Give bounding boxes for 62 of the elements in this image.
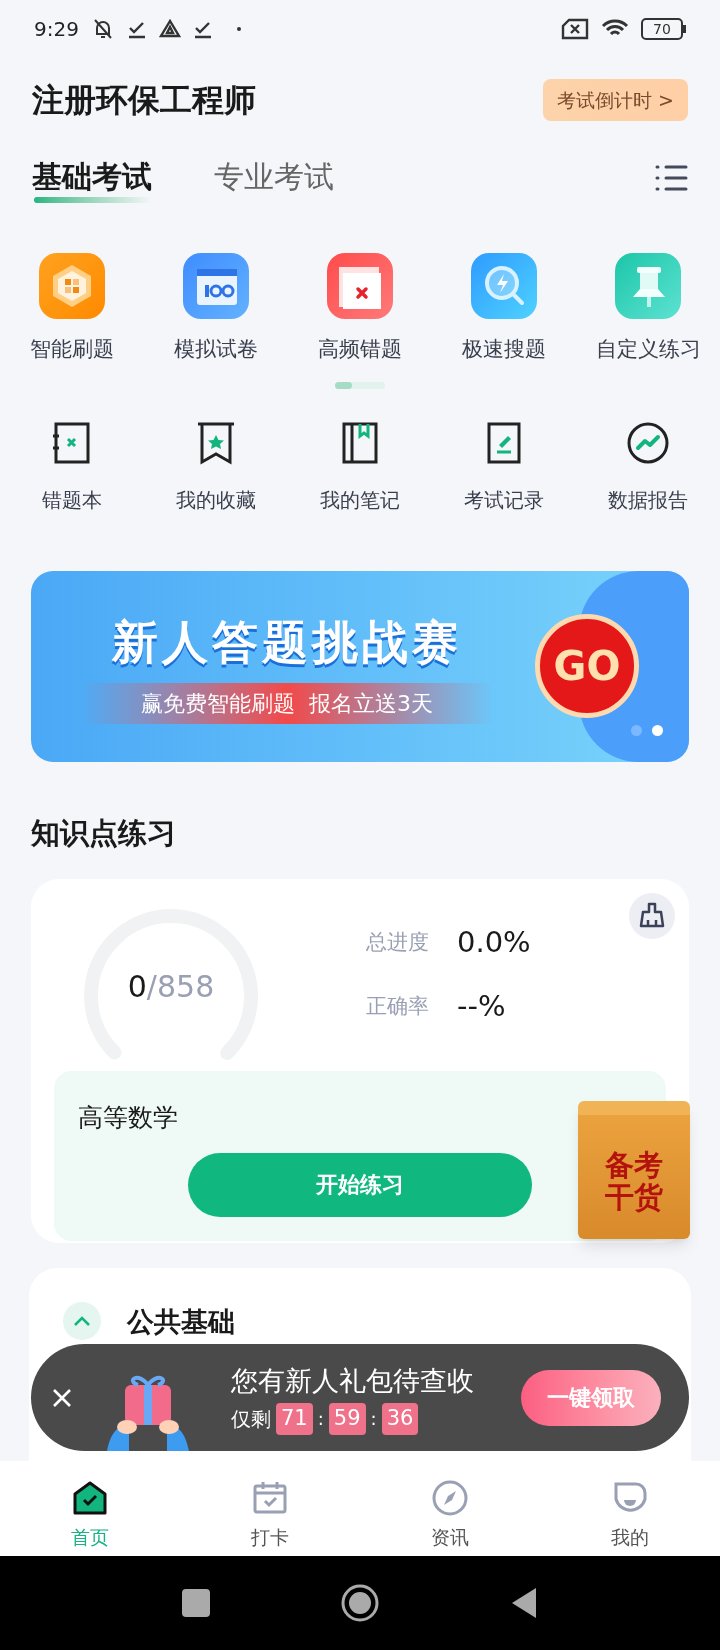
countdown-button[interactable]: 考试倒计时 > <box>543 79 688 121</box>
badge-text: 备考 <box>604 1149 664 1181</box>
countdown-digits: 36 <box>381 1403 419 1435</box>
collapse-toggle[interactable] <box>63 1302 101 1340</box>
menu-icon[interactable] <box>654 164 688 192</box>
broom-icon[interactable] <box>629 893 675 939</box>
nav-tab[interactable]: 资讯 <box>431 1523 469 1552</box>
promo-banner[interactable]: 新人答题挑战赛 赢免费智能刷题 报名立送3天 GO <box>31 570 689 762</box>
download-done-icon <box>126 19 147 39</box>
home-icon[interactable] <box>340 1583 380 1623</box>
battery-icon: 70 <box>641 18 686 40</box>
banner-subtitle: 报名立送3天 <box>309 690 433 718</box>
stat-value: --% <box>457 987 507 1025</box>
book-cross-icon[interactable] <box>327 253 393 319</box>
chapter-title: 公共基础 <box>127 1305 235 1339</box>
banner-title: 新人答题挑战赛 <box>112 614 462 671</box>
exam-tab[interactable]: 基础考试 <box>32 153 152 203</box>
section-title: 知识点练习 <box>31 814 177 852</box>
countdown-digits: 71 <box>276 1403 313 1435</box>
countdown-separator: : <box>317 1407 324 1432</box>
feature-label[interactable]: 智能刷题 <box>30 334 114 366</box>
compass-icon[interactable] <box>431 1479 469 1517</box>
badge-text: 干货 <box>604 1181 664 1213</box>
nav-tab[interactable]: 我的 <box>611 1523 649 1552</box>
total-count: /858 <box>146 967 215 1006</box>
tool-label[interactable]: 错题本 <box>42 484 102 515</box>
close-icon[interactable] <box>51 1386 73 1409</box>
countdown-separator: : <box>370 1407 377 1432</box>
calendar-check-icon[interactable] <box>251 1479 289 1517</box>
subject-name: 高等数学 <box>78 1102 179 1134</box>
triangle-icon <box>158 19 181 39</box>
hexagon-grid-icon[interactable] <box>39 253 105 319</box>
remaining-label: 仅剩 <box>231 1405 271 1433</box>
tool-label[interactable]: 我的笔记 <box>320 484 400 515</box>
stat-label: 正确率 <box>366 992 429 1020</box>
download-done-icon <box>192 19 213 39</box>
search-bolt-icon[interactable] <box>471 253 537 319</box>
popup-title: 您有新人礼包待查收 <box>231 1363 474 1398</box>
home-check-icon[interactable] <box>71 1479 109 1517</box>
feature-label[interactable]: 自定义练习 <box>595 334 701 366</box>
feature-label[interactable]: 极速搜题 <box>462 334 546 366</box>
banner-subtitle: 赢免费智能刷题 <box>141 690 295 718</box>
sim-cross-icon <box>561 18 589 40</box>
done-count: 0 <box>127 967 147 1006</box>
nav-tab[interactable]: 打卡 <box>251 1523 289 1552</box>
tool-label[interactable]: 数据报告 <box>608 484 688 515</box>
app-title: 注册环保工程师 <box>32 80 256 121</box>
stat-label: 总进度 <box>366 929 429 956</box>
page-indicator <box>335 381 385 389</box>
tool-label[interactable]: 我的收藏 <box>176 484 256 515</box>
exam-tab[interactable]: 专业考试 <box>214 153 334 203</box>
countdown-digits: 59 <box>328 1403 366 1435</box>
stat-value: 0.0% <box>457 924 531 961</box>
go-button[interactable]: GO <box>535 613 639 718</box>
chevron-icon <box>73 1315 91 1327</box>
back-icon[interactable] <box>510 1586 538 1620</box>
feature-label[interactable]: 高频错题 <box>318 334 402 366</box>
chart-circle-icon[interactable] <box>626 420 670 465</box>
feature-label[interactable]: 模拟试卷 <box>174 334 258 366</box>
test-paper-icon[interactable] <box>183 253 249 319</box>
status-time: 9:29 <box>34 16 79 43</box>
tool-label[interactable]: 考试记录 <box>464 484 544 515</box>
